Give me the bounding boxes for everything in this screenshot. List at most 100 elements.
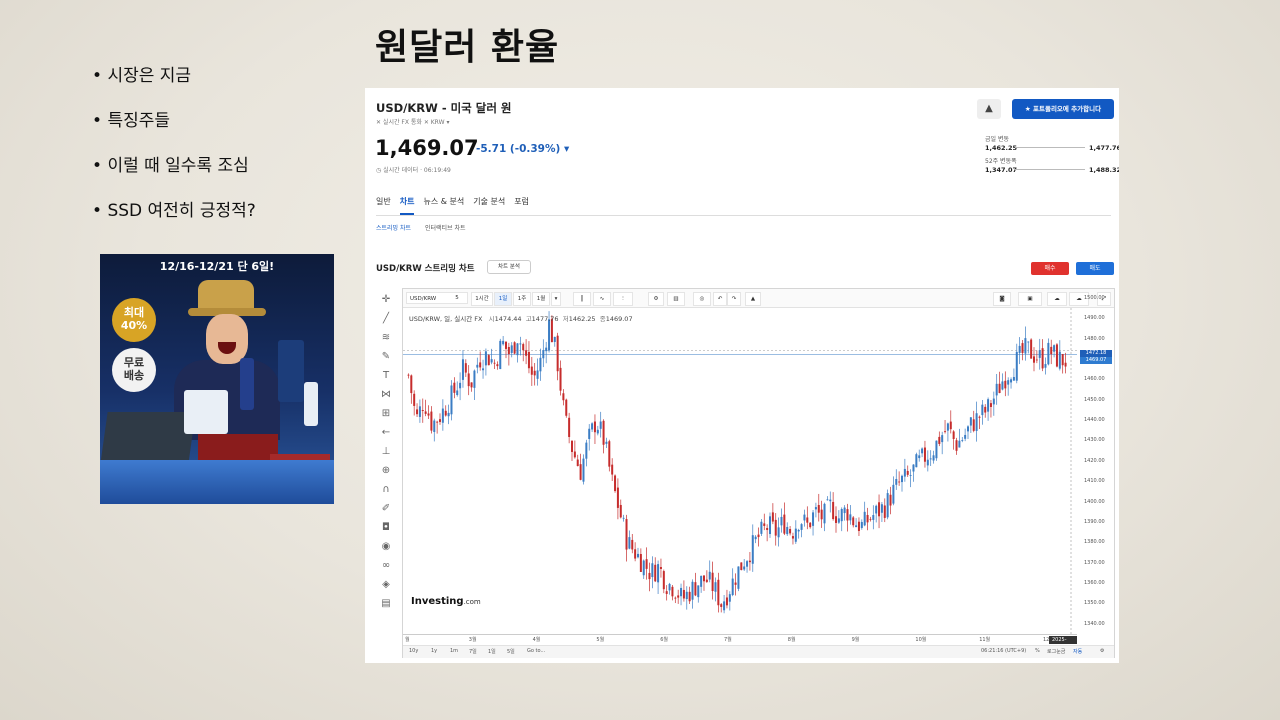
candle-body (984, 406, 987, 413)
candle-body (748, 560, 751, 563)
candle-body (642, 560, 645, 576)
discount-badge-line2: 40% (120, 319, 148, 332)
candle-body (900, 475, 904, 483)
zoom-icon[interactable]: ⊕ (379, 464, 393, 478)
tab-news[interactable]: 뉴스 & 분석 (423, 196, 464, 215)
prediction-icon[interactable]: ⊞ (379, 407, 393, 421)
range-5d[interactable]: 5일 (507, 648, 515, 655)
line-type-icon[interactable]: ∿ (593, 292, 611, 306)
link-icon[interactable]: ∞ (379, 559, 393, 573)
fib-icon[interactable]: ≋ (379, 331, 393, 345)
range-7d[interactable]: 7일 (469, 648, 477, 655)
tab-general[interactable]: 일반 (376, 196, 391, 215)
candle-body (438, 419, 442, 422)
interval-1w[interactable]: 1주 (513, 292, 531, 306)
log-toggle[interactable]: 로그눈금 (1047, 648, 1065, 655)
candle-body (1058, 351, 1061, 369)
crosshair-icon[interactable]: ✛ (379, 293, 393, 307)
brush-icon[interactable]: ✎ (379, 350, 393, 364)
measure-icon[interactable]: ⊥ (379, 445, 393, 459)
candle-body (616, 487, 619, 508)
interval-dropdown-icon[interactable]: ▾ (551, 292, 561, 306)
candle-body (614, 475, 617, 492)
camera-icon[interactable]: ◙ (993, 292, 1011, 306)
chart-analysis-button[interactable]: 차트 분석 (487, 260, 531, 274)
eye-icon[interactable]: ◉ (379, 540, 393, 554)
sell-button[interactable]: 매도 (1076, 262, 1114, 275)
layout-icon[interactable]: ▣ (1018, 292, 1042, 306)
candle-body (892, 484, 895, 504)
lock-icon[interactable]: ◘ (379, 521, 393, 535)
subtab-interactive[interactable]: 인터랙티브 차트 (425, 225, 466, 232)
candle-body (1015, 351, 1018, 381)
add-portfolio-button[interactable]: ★ 포트폴리오에 추가합니다 (1012, 99, 1114, 119)
week52-range-high: 1,488.32 (1089, 166, 1119, 174)
interval-1h[interactable]: 1시간 (471, 292, 493, 306)
candle-body (789, 528, 792, 534)
range-1m[interactable]: 1m (450, 648, 458, 654)
candle-body (923, 447, 926, 462)
undo-icon[interactable]: ↶ (713, 292, 727, 306)
range-1d[interactable]: 1일 (488, 648, 496, 655)
pattern-icon[interactable]: ⋈ (379, 388, 393, 402)
candlestick-plot[interactable] (403, 308, 1077, 634)
range-1y[interactable]: 1y (431, 648, 437, 654)
candle-body (889, 494, 892, 506)
candle-body (878, 502, 881, 517)
indicator-icon[interactable]: ⫶ (613, 292, 633, 306)
bar-compare-icon[interactable]: ▥ (667, 292, 685, 306)
candle-body (989, 403, 992, 407)
candle-body (912, 464, 915, 472)
alert-chart-icon[interactable]: ◎ (693, 292, 711, 306)
candle-body (570, 440, 574, 452)
candle-body (702, 575, 706, 582)
settings-icon[interactable]: ⚙ (648, 292, 664, 306)
candle-body (978, 416, 981, 418)
interval-1m[interactable]: 1월 (532, 292, 550, 306)
range-10y[interactable]: 10y (409, 648, 418, 654)
candle-body (720, 604, 723, 607)
chart-bottom-bar: 10y 1y 1m 7일 1일 5일 Go to... 06:21:16 (UT… (403, 645, 1114, 658)
candle-body (731, 578, 734, 596)
y-tick-label: 1490.00 (1084, 315, 1105, 322)
candle-body (903, 468, 906, 477)
candle-body (812, 512, 815, 526)
candle-body (857, 521, 860, 532)
chart-settings-icon[interactable]: ⚙ (1100, 648, 1104, 654)
magnet-icon[interactable]: ∩ (379, 483, 393, 497)
candle-body (751, 535, 754, 564)
cloud-load-icon[interactable]: ☁ (1047, 292, 1067, 306)
go-to-date[interactable]: Go to... (527, 648, 545, 654)
trend-line-icon[interactable]: ╱ (379, 312, 393, 326)
tab-technical[interactable]: 기술 분석 (473, 196, 505, 215)
auto-toggle[interactable]: 자동 (1073, 648, 1082, 655)
interval-1d[interactable]: 1일 (494, 292, 512, 306)
tab-forum[interactable]: 포럼 (514, 196, 529, 215)
candle-body (705, 579, 708, 582)
bell-icon[interactable]: ▲ (977, 99, 1001, 119)
y-axis[interactable]: 1500.001490.001480.001470.001460.001450.… (1080, 295, 1114, 634)
x-axis[interactable]: 월3월4월5월6월7월8월9월10월11월12월2025-12-17 (403, 634, 1077, 651)
candle-body (863, 511, 866, 526)
x-tick-label: 5월 (596, 637, 605, 643)
candle-body (714, 582, 717, 592)
layers-icon[interactable]: ◈ (379, 578, 393, 592)
tab-chart[interactable]: 차트 (399, 196, 415, 215)
interval-5[interactable]: 5 (451, 292, 463, 304)
back-arrow-icon[interactable]: ← (379, 426, 393, 440)
candle-body (536, 370, 539, 379)
candle-type-icon[interactable]: ┃ (573, 292, 591, 306)
buy-button[interactable]: 매수 (1031, 262, 1069, 275)
lock-drawing-icon[interactable]: ✐ (379, 502, 393, 516)
candle-body (461, 359, 464, 380)
investing-screenshot: USD/KRW - 미국 달러 원 ✕ 실시간 FX 통화 ✕ KRW ▾ 1,… (365, 88, 1119, 663)
fire-icon[interactable]: ▲ (745, 292, 761, 306)
trash-icon[interactable]: ▤ (379, 597, 393, 611)
price-change: -5.71 (-0.39%) ▾ (476, 143, 569, 155)
product-bottle (278, 340, 304, 402)
redo-icon[interactable]: ↷ (727, 292, 741, 306)
subtab-streaming[interactable]: 스트리밍 차트 (376, 225, 411, 232)
price-change-value: -5.71 (-0.39%) (476, 143, 561, 155)
percent-toggle[interactable]: % (1035, 648, 1040, 654)
text-icon[interactable]: T (379, 369, 393, 383)
